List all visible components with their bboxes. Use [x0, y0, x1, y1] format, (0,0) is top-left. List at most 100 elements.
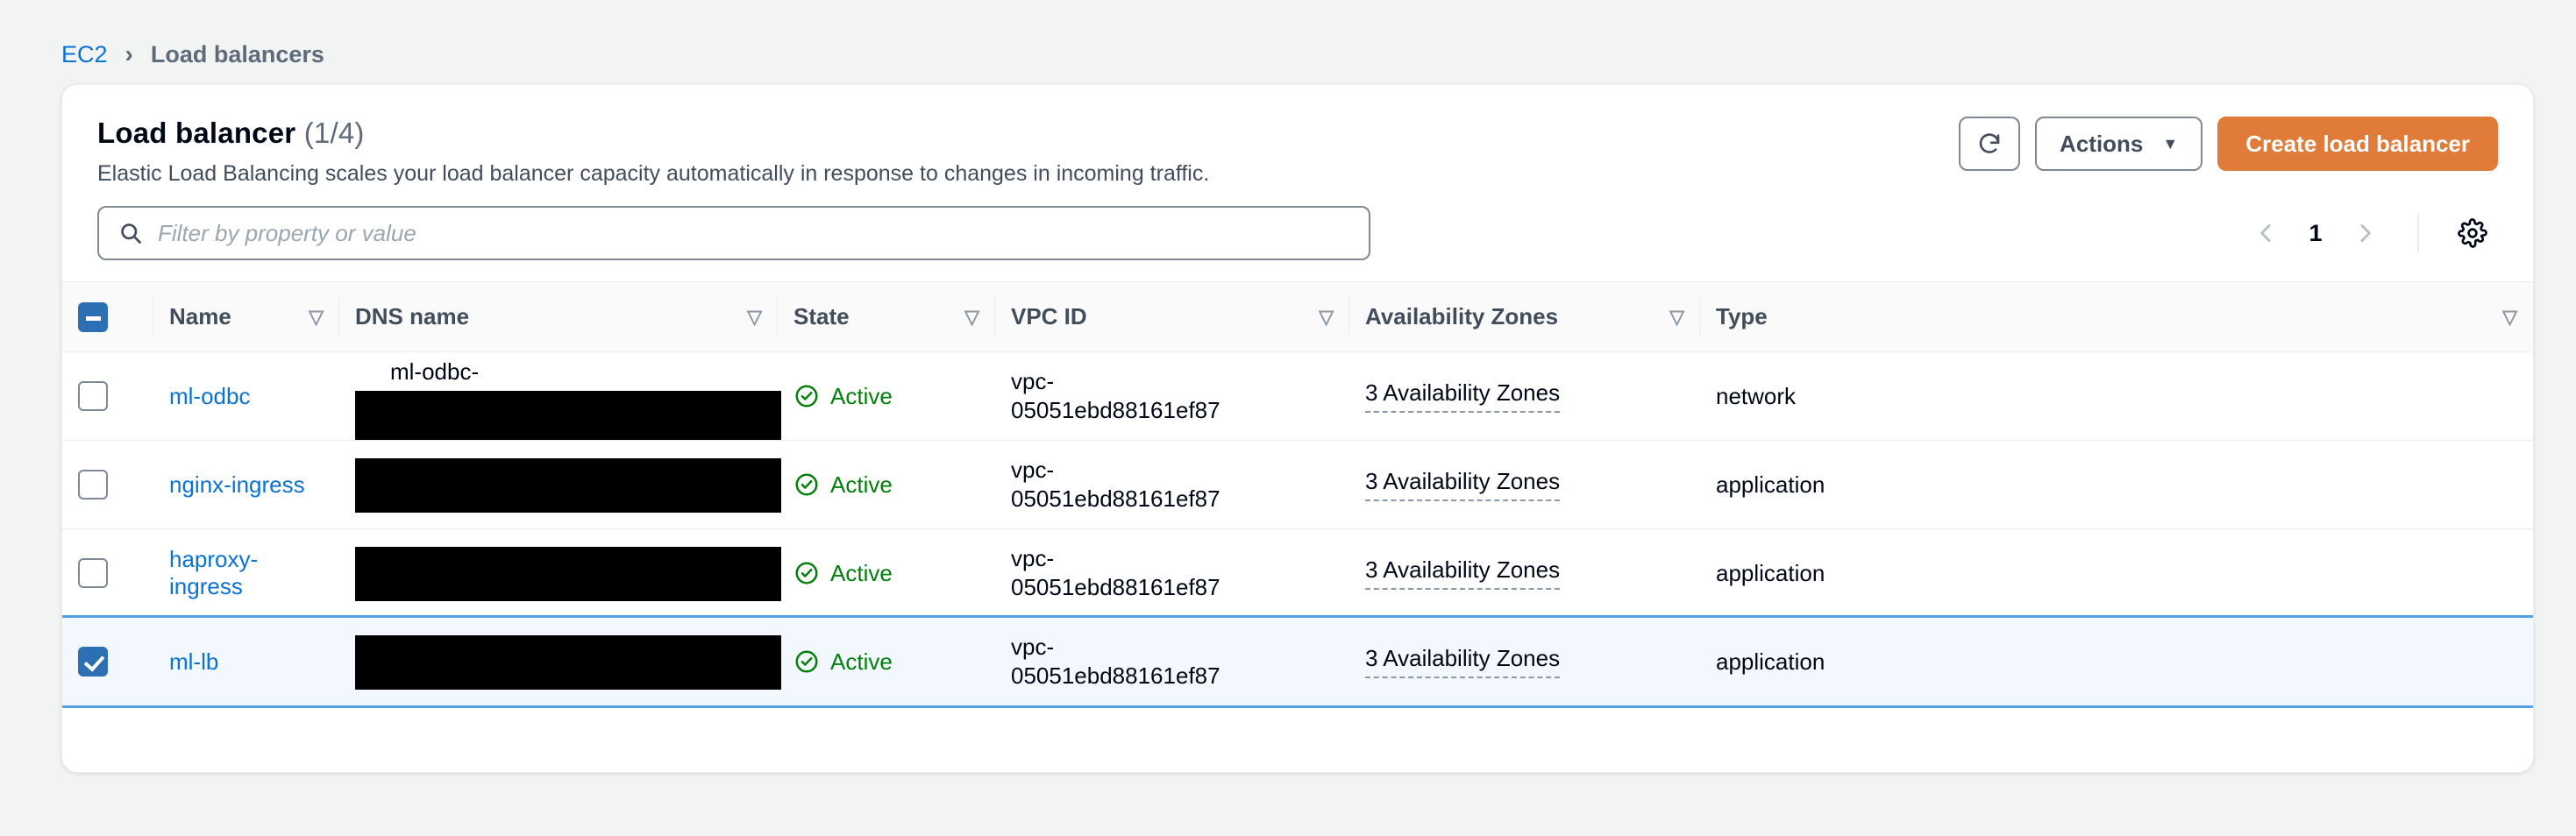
page-title-text: Load balancer — [97, 117, 296, 149]
status-badge-label: Active — [830, 382, 893, 409]
dns-name-redaction — [355, 458, 781, 513]
table-row[interactable]: haproxy-ingress Active vpc- 05051ebd88161ef… — [62, 528, 2533, 618]
column-header-name-label: Name — [169, 303, 231, 329]
load-balancer-type-text: application — [1716, 471, 1825, 498]
load-balancer-name-link[interactable]: haproxy-ingress — [169, 546, 258, 599]
actions-button[interactable]: Actions ▼ — [2035, 117, 2203, 171]
status-badge-label: Active — [830, 471, 893, 498]
dns-name-redaction — [355, 391, 781, 440]
cell-vpc-id: vpc- 05051ebd88161ef87 — [995, 617, 1349, 705]
cell-name: nginx-ingress — [153, 440, 339, 529]
cell-state: Active — [778, 528, 995, 618]
column-header-state[interactable]: State ▽ — [778, 281, 995, 352]
availability-zones-text[interactable]: 3 Availability Zones — [1365, 468, 1561, 501]
load-balancer-name-link[interactable]: ml-lb — [169, 648, 218, 675]
sort-icon: ▽ — [309, 305, 324, 328]
panel-actions: Actions ▼ Create load balancer — [1959, 113, 2498, 171]
dns-name-redaction — [355, 547, 781, 601]
cell-state: Active — [778, 440, 995, 529]
breadcrumb-current: Load balancers — [150, 40, 324, 67]
column-header-dns-name-label: DNS name — [355, 303, 470, 329]
cell-name: ml-odbc — [153, 351, 339, 441]
check-circle-icon — [795, 562, 818, 584]
breadcrumb: EC2 › Load balancers — [0, 0, 2576, 77]
vpc-id-text: vpc- 05051ebd88161ef87 — [1011, 633, 1220, 689]
sort-icon: ▽ — [1669, 305, 1684, 328]
row-checkbox[interactable] — [78, 558, 108, 589]
table-row[interactable]: nginx-ingress Active vpc- 05051ebd88161ef87… — [62, 440, 2533, 529]
column-header-type-label: Type — [1716, 303, 1768, 329]
row-checkbox[interactable] — [78, 381, 108, 412]
status-badge: Active — [793, 383, 979, 410]
panel-header: Load balancer (1/4) Elastic Load Balanci… — [62, 85, 2533, 187]
breadcrumb-link-ec2[interactable]: EC2 — [61, 41, 108, 68]
status-badge: Active — [793, 560, 979, 587]
cell-type: application — [1700, 528, 2533, 618]
chevron-left-icon — [2260, 224, 2271, 242]
filter-row: Filter by property or value 1 — [62, 187, 2533, 260]
column-header-availability-zones-label: Availability Zones — [1365, 303, 1559, 329]
create-load-balancer-button[interactable]: Create load balancer — [2217, 117, 2498, 171]
cell-dns-name: ml-odbc- — [339, 351, 781, 441]
row-select-cell — [62, 617, 153, 705]
cell-availability-zones: 3 Availability Zones — [1349, 440, 1700, 529]
column-header-vpc-id-label: VPC ID — [1011, 303, 1087, 329]
check-circle-icon — [795, 650, 818, 673]
sort-icon: ▽ — [2502, 305, 2517, 328]
refresh-button[interactable] — [1959, 117, 2021, 171]
cell-vpc-id: vpc- 05051ebd88161ef87 — [995, 351, 1349, 441]
table-header: Name ▽ DNS name ▽ State ▽ VPC ID ▽ Avail… — [62, 281, 2533, 352]
load-balancer-panel: Load balancer (1/4) Elastic Load Balanci… — [61, 84, 2534, 773]
row-checkbox[interactable] — [78, 647, 108, 677]
table-preferences-button[interactable] — [2447, 208, 2498, 259]
vpc-id-text: vpc- 05051ebd88161ef87 — [1011, 456, 1220, 512]
dns-name-wrapper — [355, 529, 781, 617]
pagination-divider — [2417, 214, 2419, 252]
cell-name: ml-lb — [153, 617, 339, 705]
column-header-vpc-id[interactable]: VPC ID ▽ — [995, 281, 1349, 352]
column-header-type[interactable]: Type ▽ — [1700, 281, 2533, 352]
pagination-prev-button[interactable] — [2242, 209, 2291, 258]
table-body: ml-odbc ml-odbc- Active vpc- 05051ebd88161ef… — [62, 351, 2533, 708]
dns-name-wrapper — [355, 441, 781, 528]
row-select-cell — [62, 351, 153, 441]
table-row[interactable]: ml-odbc ml-odbc- Active vpc- 05051ebd88161ef… — [62, 351, 2533, 441]
load-balancer-name-link[interactable]: nginx-ingress — [169, 471, 305, 498]
column-header-name[interactable]: Name ▽ — [153, 281, 339, 352]
column-header-dns-name[interactable]: DNS name ▽ — [339, 281, 778, 352]
chevron-right-icon — [2360, 224, 2371, 242]
cell-dns-name — [339, 617, 781, 705]
load-balancer-type-text: network — [1716, 382, 1797, 409]
status-badge: Active — [793, 648, 979, 676]
load-balancer-name-link[interactable]: ml-odbc — [169, 383, 250, 409]
row-checkbox[interactable] — [78, 470, 108, 500]
check-circle-icon — [795, 473, 818, 496]
status-badge-label: Active — [830, 559, 893, 586]
cell-state: Active — [778, 351, 995, 441]
availability-zones-text[interactable]: 3 Availability Zones — [1365, 645, 1561, 678]
panel-header-text: Load balancer (1/4) Elastic Load Balanci… — [97, 113, 1209, 187]
load-balancer-type-text: application — [1716, 648, 1825, 675]
status-badge: Active — [793, 471, 979, 499]
cell-name: haproxy-ingress — [153, 528, 339, 618]
load-balancers-table: Name ▽ DNS name ▽ State ▽ VPC ID ▽ Avail… — [62, 281, 2533, 708]
table-row[interactable]: ml-lb Active vpc- 05051ebd88161ef87 3 Availa… — [62, 614, 2533, 708]
availability-zones-text[interactable]: 3 Availability Zones — [1365, 556, 1561, 590]
cell-type: application — [1700, 440, 2533, 529]
vpc-id-text: vpc- 05051ebd88161ef87 — [1011, 544, 1220, 600]
pagination: 1 — [2242, 208, 2498, 259]
search-input[interactable]: Filter by property or value — [97, 206, 1370, 260]
breadcrumb-separator-icon: › — [125, 40, 133, 67]
cell-availability-zones: 3 Availability Zones — [1349, 351, 1700, 441]
availability-zones-text[interactable]: 3 Availability Zones — [1365, 379, 1561, 413]
panel-description: Elastic Load Balancing scales your load … — [97, 161, 1210, 186]
column-header-availability-zones[interactable]: Availability Zones ▽ — [1349, 281, 1700, 352]
search-icon — [121, 223, 141, 244]
select-all-checkbox[interactable] — [78, 301, 108, 332]
pagination-next-button[interactable] — [2340, 209, 2389, 258]
cell-dns-name — [339, 528, 781, 618]
pagination-page-1[interactable]: 1 — [2296, 220, 2335, 247]
cell-state: Active — [778, 617, 995, 705]
load-balancer-type-text: application — [1716, 559, 1825, 586]
row-select-cell — [62, 440, 153, 529]
